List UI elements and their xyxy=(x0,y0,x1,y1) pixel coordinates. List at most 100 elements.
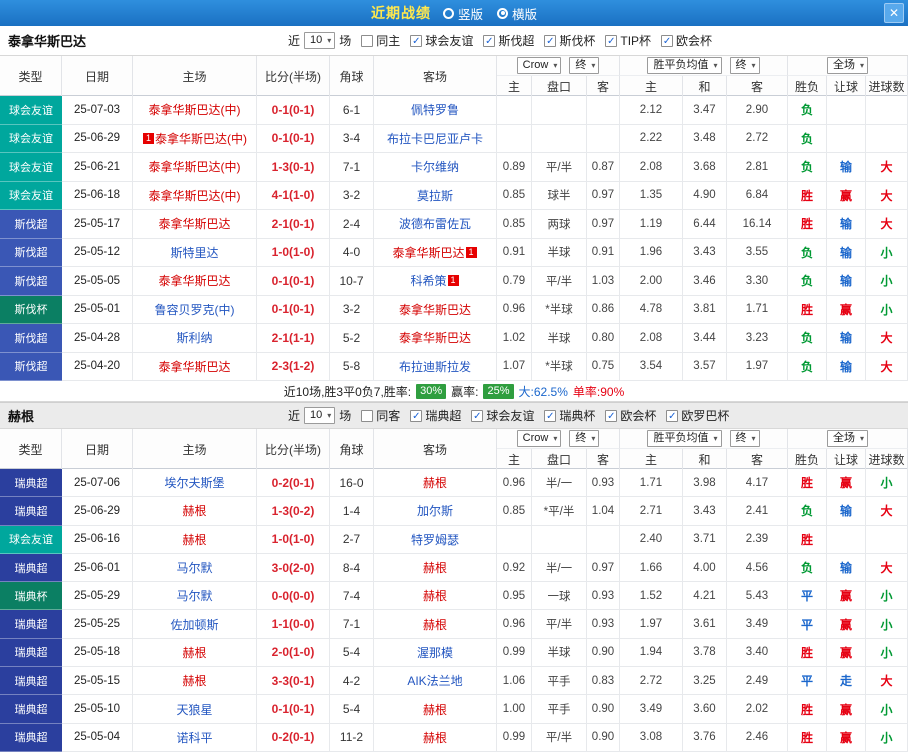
odds-away: 0.97 xyxy=(587,554,620,582)
filter-checkbox[interactable]: ✓球会友谊 xyxy=(410,32,473,49)
away-team[interactable]: 泰拿华斯巴达 xyxy=(374,324,497,353)
scope-select[interactable]: 全场▾ xyxy=(827,430,868,447)
home-team[interactable]: 马尔默 xyxy=(133,554,257,582)
filter-checkbox[interactable]: ✓斯伐超 xyxy=(483,32,534,49)
result-outcome: 平 xyxy=(788,610,827,638)
away-team[interactable]: 布拉卡巴尼亚卢卡 xyxy=(374,125,497,154)
home-team[interactable]: 泰拿华斯巴达 xyxy=(133,267,257,296)
dropdown-arrow-icon: ▾ xyxy=(752,59,756,72)
away-team[interactable]: 泰拿华斯巴达1 xyxy=(374,239,497,268)
away-team[interactable]: 泰拿华斯巴达 xyxy=(374,296,497,325)
away-team[interactable]: 波德布雷佐瓦 xyxy=(374,210,497,239)
away-team[interactable]: 赫根 xyxy=(374,582,497,610)
filter-checkbox[interactable]: ✓瑞典超 xyxy=(410,407,461,424)
away-team[interactable]: 布拉迪斯拉发 xyxy=(374,353,497,382)
checkbox-checked-icon[interactable]: ✓ xyxy=(544,35,556,47)
checkbox-checked-icon[interactable]: ✓ xyxy=(410,35,422,47)
match-count-select[interactable]: 10▾ xyxy=(304,32,335,49)
avg-away: 2.49 xyxy=(727,667,788,695)
filter-checkbox[interactable]: ✓TIP杯 xyxy=(605,32,651,49)
home-team[interactable]: 斯利纳 xyxy=(133,324,257,353)
filter-checkbox[interactable]: ✓欧会杯 xyxy=(661,32,712,49)
filter-checkbox[interactable]: 同主 xyxy=(361,32,400,49)
checkbox-checked-icon[interactable]: ✓ xyxy=(471,410,483,422)
bookmaker-select[interactable]: Crow▾ xyxy=(517,430,562,447)
home-team[interactable]: 马尔默 xyxy=(133,582,257,610)
avg-draw: 3.71 xyxy=(683,526,727,554)
odds-home xyxy=(497,125,532,154)
avg-final-select[interactable]: 终▾ xyxy=(730,430,760,447)
home-team[interactable]: 天狼星 xyxy=(133,695,257,723)
filter-checkbox[interactable]: ✓斯伐杯 xyxy=(544,32,595,49)
home-team[interactable]: 赫根 xyxy=(133,667,257,695)
filter-checkbox[interactable]: ✓瑞典杯 xyxy=(544,407,595,424)
corner-score: 1-4 xyxy=(330,497,374,525)
home-team[interactable]: 赫根 xyxy=(133,639,257,667)
league-type: 斯伐超 xyxy=(0,353,62,382)
checkbox-checked-icon[interactable]: ✓ xyxy=(605,410,617,422)
home-team-name: 泰拿华斯巴达(中) xyxy=(149,187,241,204)
checkbox-checked-icon[interactable]: ✓ xyxy=(544,410,556,422)
radio-vertical-layout[interactable]: 竖版 xyxy=(443,4,483,23)
home-team[interactable]: 赫根 xyxy=(133,497,257,525)
checkbox-unchecked-icon[interactable] xyxy=(361,35,373,47)
home-team[interactable]: 泰拿华斯巴达(中) xyxy=(133,153,257,182)
home-team[interactable]: 埃尔夫斯堡 xyxy=(133,469,257,497)
home-team[interactable]: 泰拿华斯巴达(中) xyxy=(133,182,257,211)
radio-horizontal-layout[interactable]: 横版 xyxy=(497,4,537,23)
corner-score: 7-1 xyxy=(330,610,374,638)
away-team[interactable]: 卡尔维纳 xyxy=(374,153,497,182)
filter-checkbox[interactable]: ✓欧会杯 xyxy=(605,407,656,424)
home-team-name: 赫根 xyxy=(182,531,206,548)
filter-checkbox[interactable]: ✓欧罗巴杯 xyxy=(666,407,729,424)
away-team[interactable]: 佩特罗鲁 xyxy=(374,96,497,125)
checkbox-checked-icon[interactable]: ✓ xyxy=(666,410,678,422)
away-team[interactable]: 加尔斯 xyxy=(374,497,497,525)
away-team[interactable]: AIK法兰地 xyxy=(374,667,497,695)
radio-unselected-icon[interactable] xyxy=(443,8,454,19)
away-team[interactable]: 渥那模 xyxy=(374,639,497,667)
away-team[interactable]: 特罗姆瑟 xyxy=(374,526,497,554)
away-team[interactable]: 赫根 xyxy=(374,695,497,723)
corner-score: 5-4 xyxy=(330,695,374,723)
checkbox-checked-icon[interactable]: ✓ xyxy=(410,410,422,422)
checkbox-checked-icon[interactable]: ✓ xyxy=(661,35,673,47)
filter-checkbox[interactable]: ✓球会友谊 xyxy=(471,407,534,424)
avg-odds-select[interactable]: 胜平负均值▾ xyxy=(647,430,721,447)
away-team[interactable]: 赫根 xyxy=(374,554,497,582)
header-result-col: 进球数 xyxy=(866,76,908,96)
result-outcome: 负 xyxy=(788,96,827,125)
match-date: 25-06-01 xyxy=(62,554,133,582)
away-team[interactable]: 赫根 xyxy=(374,610,497,638)
radio-selected-icon[interactable] xyxy=(497,8,508,19)
away-team[interactable]: 科希策1 xyxy=(374,267,497,296)
home-team[interactable]: 泰拿华斯巴达 xyxy=(133,353,257,382)
home-team[interactable]: 赫根 xyxy=(133,526,257,554)
checkbox-checked-icon[interactable]: ✓ xyxy=(483,35,495,47)
odds-final-select[interactable]: 终▾ xyxy=(569,57,599,74)
scope-select[interactable]: 全场▾ xyxy=(827,57,868,74)
corner-score: 3-2 xyxy=(330,182,374,211)
checkbox-unchecked-icon[interactable] xyxy=(361,410,373,422)
home-team[interactable]: 泰拿华斯巴达 xyxy=(133,210,257,239)
home-team[interactable]: 1泰拿华斯巴达(中) xyxy=(133,125,257,154)
away-team[interactable]: 赫根 xyxy=(374,469,497,497)
home-team[interactable]: 佐加顿斯 xyxy=(133,610,257,638)
bookmaker-select[interactable]: Crow▾ xyxy=(517,57,562,74)
away-team[interactable]: 赫根 xyxy=(374,724,497,752)
home-team[interactable]: 诺科平 xyxy=(133,724,257,752)
close-button[interactable]: ✕ xyxy=(884,3,904,23)
away-team-name: 泰拿华斯巴达 xyxy=(399,329,471,346)
avg-final-select[interactable]: 终▾ xyxy=(730,57,760,74)
odds-final-select[interactable]: 终▾ xyxy=(569,430,599,447)
home-team[interactable]: 斯特里达 xyxy=(133,239,257,268)
match-count-select[interactable]: 10▾ xyxy=(304,407,335,424)
away-team[interactable]: 莫拉斯 xyxy=(374,182,497,211)
match-row: 斯伐超25-04-28斯利纳2-1(1-1)5-2泰拿华斯巴达1.02半球0.8… xyxy=(0,324,908,353)
avg-odds-select[interactable]: 胜平负均值▾ xyxy=(647,57,721,74)
home-team[interactable]: 鲁容贝罗克(中) xyxy=(133,296,257,325)
home-team[interactable]: 泰拿华斯巴达(中) xyxy=(133,96,257,125)
filter-checkbox[interactable]: 同客 xyxy=(361,407,400,424)
filter-checkbox-label: 斯伐超 xyxy=(498,32,534,49)
checkbox-checked-icon[interactable]: ✓ xyxy=(605,35,617,47)
